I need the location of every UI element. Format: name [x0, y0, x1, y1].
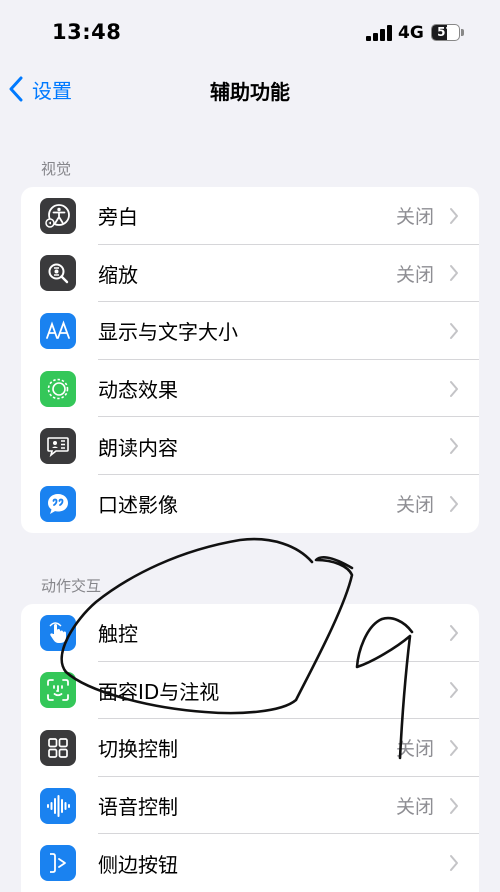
settings-row-label: 显示与文字大小: [98, 320, 238, 345]
voice-control-icon: [40, 787, 76, 824]
chevron-right-icon: [450, 739, 458, 756]
settings-group-physical-motor: 触控 面容ID与注视 切换控制 关闭 语音控制 关闭 侧边按钮: [21, 604, 479, 892]
network-type: 4G: [398, 23, 424, 43]
status-bar: 13:48 4G 57: [0, 0, 500, 64]
settings-row-label: 缩放: [98, 262, 138, 287]
settings-row-label: 口述影像: [98, 493, 178, 518]
settings-row-voice-control[interactable]: 语音控制 关闭: [21, 777, 479, 835]
navigation-bar: 设置 辅助功能: [0, 64, 500, 114]
face-id-icon: [40, 672, 76, 709]
chevron-right-icon: [450, 495, 458, 512]
settings-row-touch[interactable]: 触控: [21, 604, 479, 662]
chevron-right-icon: [450, 265, 458, 282]
chevron-right-icon: [450, 207, 458, 224]
settings-row-label: 切换控制: [98, 737, 178, 762]
settings-row-value: 关闭: [395, 796, 434, 819]
section-header-physical-motor: 动作交互: [41, 577, 102, 595]
chevron-right-icon: [450, 855, 458, 872]
switch-control-icon: [40, 729, 76, 766]
chevron-right-icon: [450, 322, 458, 339]
settings-row-label: 面容ID与注视: [98, 679, 220, 704]
settings-row-motion[interactable]: 动态效果: [21, 360, 479, 418]
battery-percent: 57: [437, 25, 454, 39]
touch-icon: [40, 614, 76, 651]
settings-row-display-text-size[interactable]: 显示与文字大小: [21, 302, 479, 360]
text-size-icon: [40, 312, 76, 349]
settings-row-voiceover[interactable]: 旁白 关闭: [21, 187, 479, 245]
chevron-right-icon: [450, 380, 458, 397]
settings-row-label: 语音控制: [98, 795, 178, 820]
cellular-signal-icon: [366, 25, 392, 41]
settings-row-label: 朗读内容: [98, 435, 178, 460]
chevron-right-icon: [450, 682, 458, 699]
settings-row-zoom[interactable]: 缩放 关闭: [21, 245, 479, 303]
settings-row-audio-description[interactable]: 口述影像 关闭: [21, 475, 479, 533]
chevron-right-icon: [450, 624, 458, 641]
settings-row-face-id-attention[interactable]: 面容ID与注视: [21, 662, 479, 720]
settings-group-vision: 旁白 关闭 缩放 关闭 显示与文字大小 动态效果 朗读内容 口述影像 关闭: [21, 187, 479, 533]
settings-row-switch-control[interactable]: 切换控制 关闭: [21, 719, 479, 777]
settings-row-side-button[interactable]: 侧边按钮: [21, 834, 479, 892]
spoken-content-icon: [40, 428, 76, 465]
page-title: 辅助功能: [210, 80, 290, 104]
voiceover-icon: [40, 197, 76, 234]
settings-row-label: 动态效果: [98, 378, 178, 403]
settings-row-label: 触控: [98, 622, 138, 647]
zoom-icon: [40, 255, 76, 292]
settings-row-value: 关闭: [395, 494, 434, 517]
motion-icon: [40, 370, 76, 407]
chevron-right-icon: [450, 797, 458, 814]
section-header-vision: 视觉: [41, 160, 72, 178]
settings-row-value: 关闭: [395, 263, 434, 286]
settings-row-value: 关闭: [395, 738, 434, 761]
battery-icon: 57: [431, 24, 464, 41]
status-time: 13:48: [52, 20, 122, 44]
chevron-right-icon: [450, 438, 458, 455]
audio-description-icon: [40, 485, 76, 522]
settings-row-value: 关闭: [395, 206, 434, 229]
settings-row-spoken-content[interactable]: 朗读内容: [21, 417, 479, 475]
side-button-icon: [40, 845, 76, 882]
settings-row-label: 旁白: [98, 205, 138, 230]
settings-row-label: 侧边按钮: [98, 852, 178, 877]
